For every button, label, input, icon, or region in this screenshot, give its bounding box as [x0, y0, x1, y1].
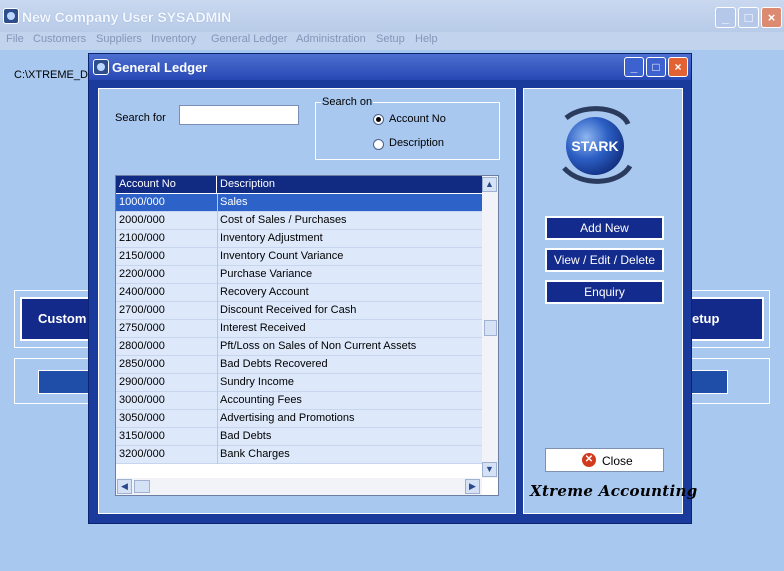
cell-description: Discount Received for Cash: [220, 304, 357, 316]
scroll-left-icon[interactable]: ◀: [117, 479, 132, 494]
main-window-title: New Company User SYSADMIN: [22, 9, 232, 25]
cell-account-no: 1000/000: [119, 196, 165, 208]
dialog-title: General Ledger: [112, 60, 208, 75]
cell-account-no: 2850/000: [119, 358, 165, 370]
cell-description: Sundry Income: [220, 376, 294, 388]
company-path-label: C:\XTREME_D: [14, 69, 88, 81]
cell-description: Inventory Adjustment: [220, 232, 323, 244]
table-row[interactable]: 2800/000 Pft/Loss on Sales of Non Current…: [116, 338, 482, 356]
cell-account-no: 2150/000: [119, 250, 165, 262]
table-row[interactable]: 3200/000 Bank Charges: [116, 446, 482, 464]
menu-suppliers[interactable]: Suppliers: [96, 32, 142, 46]
cell-account-no: 2000/000: [119, 214, 165, 226]
table-row[interactable]: 3150/000 Bad Debts: [116, 428, 482, 446]
add-new-button[interactable]: Add New: [545, 216, 664, 240]
cell-account-no: 2700/000: [119, 304, 165, 316]
close-icon: ✕: [582, 453, 596, 467]
cell-account-no: 3000/000: [119, 394, 165, 406]
table-row[interactable]: 1000/000 Sales: [116, 194, 482, 212]
cell-account-no: 3150/000: [119, 430, 165, 442]
scroll-up-icon[interactable]: ▲: [482, 177, 497, 192]
cell-description: Advertising and Promotions: [220, 412, 355, 424]
cell-description: Bank Charges: [220, 448, 290, 460]
cell-description: Sales: [220, 196, 248, 208]
table-row[interactable]: 2200/000 Purchase Variance: [116, 266, 482, 284]
menu-customers[interactable]: Customers: [33, 32, 86, 46]
table-row[interactable]: 3050/000 Advertising and Promotions: [116, 410, 482, 428]
menu-administration[interactable]: Administration: [296, 32, 366, 46]
main-close-button[interactable]: ×: [761, 7, 782, 28]
radio-account-no-label[interactable]: Account No: [389, 113, 446, 125]
dialog-minimize-button[interactable]: _: [624, 57, 644, 77]
cell-description: Accounting Fees: [220, 394, 302, 406]
search-label: Search for: [115, 112, 166, 124]
table-row[interactable]: 2850/000 Bad Debts Recovered: [116, 356, 482, 374]
cell-account-no: 2800/000: [119, 340, 165, 352]
enquiry-button[interactable]: Enquiry: [545, 280, 664, 304]
main-maximize-button[interactable]: □: [738, 7, 759, 28]
menu-file[interactable]: File: [6, 32, 24, 46]
table-row[interactable]: 3000/000 Accounting Fees: [116, 392, 482, 410]
table-row[interactable]: 2400/000 Recovery Account: [116, 284, 482, 302]
main-minimize-button[interactable]: _: [715, 7, 736, 28]
close-button-label[interactable]: Close: [602, 454, 633, 468]
cell-account-no: 2900/000: [119, 376, 165, 388]
menu-general-ledger[interactable]: General Ledger: [211, 32, 287, 46]
table-row[interactable]: 2750/000 Interest Received: [116, 320, 482, 338]
table-row[interactable]: 2700/000 Discount Received for Cash: [116, 302, 482, 320]
search-on-legend: Search on: [321, 96, 374, 108]
brand-text: Xtreme Accounting: [530, 482, 698, 500]
cell-description: Purchase Variance: [220, 268, 313, 280]
cell-description: Bad Debts Recovered: [220, 358, 328, 370]
table-row[interactable]: 2150/000 Inventory Count Variance: [116, 248, 482, 266]
stark-logo-text: STARK: [571, 138, 618, 154]
horizontal-scroll-thumb[interactable]: [134, 480, 150, 493]
table-row[interactable]: 2900/000 Sundry Income: [116, 374, 482, 392]
scroll-down-icon[interactable]: ▼: [482, 462, 497, 477]
menu-setup[interactable]: Setup: [376, 32, 405, 46]
column-header-account-no[interactable]: Account No: [116, 176, 217, 193]
dialog-maximize-button[interactable]: □: [646, 57, 666, 77]
cell-description: Pft/Loss on Sales of Non Current Assets: [220, 340, 417, 352]
stark-logo: STARK: [562, 106, 633, 184]
menu-help[interactable]: Help: [415, 32, 438, 46]
scroll-right-icon[interactable]: ▶: [465, 479, 480, 494]
cell-account-no: 2400/000: [119, 286, 165, 298]
radio-description-label[interactable]: Description: [389, 137, 444, 149]
search-input[interactable]: [179, 105, 299, 125]
dialog-close-button[interactable]: ×: [668, 57, 688, 77]
radio-description[interactable]: [373, 139, 384, 150]
cell-account-no: 3200/000: [119, 448, 165, 460]
cell-account-no: 2200/000: [119, 268, 165, 280]
app-icon: [3, 8, 19, 24]
cell-account-no: 3050/000: [119, 412, 165, 424]
cell-account-no: 2100/000: [119, 232, 165, 244]
dialog-icon: [93, 59, 109, 75]
radio-account-no[interactable]: [373, 114, 384, 125]
menu-inventory[interactable]: Inventory: [151, 32, 196, 46]
cell-description: Cost of Sales / Purchases: [220, 214, 347, 226]
table-row[interactable]: 2000/000 Cost of Sales / Purchases: [116, 212, 482, 230]
column-header-description[interactable]: Description: [217, 176, 482, 193]
view-edit-delete-button[interactable]: View / Edit / Delete: [545, 248, 664, 272]
search-on-group: [315, 102, 500, 160]
cell-description: Recovery Account: [220, 286, 309, 298]
table-row[interactable]: 2100/000 Inventory Adjustment: [116, 230, 482, 248]
cell-account-no: 2750/000: [119, 322, 165, 334]
cell-description: Bad Debts: [220, 430, 272, 442]
setup-module-button[interactable]: etup: [684, 297, 764, 341]
cell-description: Interest Received: [220, 322, 306, 334]
vertical-scroll-thumb[interactable]: [484, 320, 497, 336]
cell-description: Inventory Count Variance: [220, 250, 344, 262]
grid-horizontal-scrollbar[interactable]: [116, 478, 482, 495]
